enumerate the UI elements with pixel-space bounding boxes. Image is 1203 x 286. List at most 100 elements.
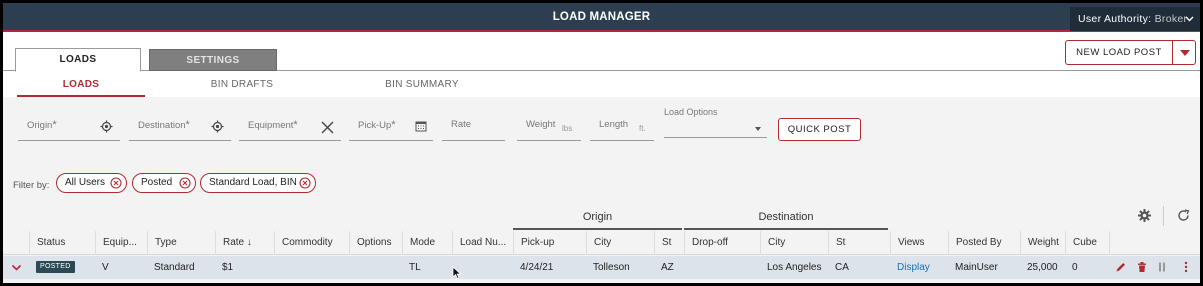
destination-state-cell: CA: [835, 262, 849, 273]
length-field[interactable]: Length ft.: [590, 119, 654, 141]
sort-down-icon: ↓: [246, 237, 252, 248]
filter-bar: Filter by: All Users Posted Standard Loa…: [3, 163, 1200, 203]
filter-chip-label: Posted: [141, 177, 173, 188]
dropoff-cell: [684, 256, 691, 279]
posted-by-cell: MainUser: [955, 262, 998, 273]
divider: [1163, 206, 1164, 226]
more-icon[interactable]: [1180, 261, 1192, 273]
new-load-post-button[interactable]: NEW LOAD POST: [1065, 40, 1196, 65]
filter-chip-label: Standard Load, BIN: [209, 177, 297, 188]
subtab-bin-drafts[interactable]: BIN DRAFTS: [183, 72, 301, 97]
mouse-pointer-icon: [452, 266, 462, 280]
pause-icon[interactable]: [1156, 261, 1168, 273]
origin-label: Origin*: [27, 119, 57, 131]
pickup-field[interactable]: Pick-Up*: [349, 119, 433, 141]
clear-icon[interactable]: [321, 121, 334, 134]
origin-field[interactable]: Origin*: [18, 119, 120, 141]
rate-cell: $1: [222, 262, 234, 273]
location-target-icon[interactable]: [100, 120, 113, 133]
views-display-link[interactable]: Display: [890, 256, 930, 279]
table-row[interactable]: POSTED V Standard $1 TL 4/24/21 Tolleson…: [3, 256, 1200, 279]
origin-group-header: Origin: [513, 207, 682, 230]
col-status[interactable]: Status: [29, 231, 95, 255]
destination-group-header: Destination: [684, 207, 888, 230]
col-views[interactable]: Views: [890, 231, 948, 255]
status-badge: POSTED: [36, 261, 75, 274]
destination-label: Destination*: [138, 119, 190, 131]
col-rate[interactable]: Rate ↓: [215, 231, 274, 255]
mode-cell: TL: [409, 262, 421, 273]
load-post-form: Origin* Destination* Equipment* Pick-Up*…: [3, 97, 1200, 163]
weight-unit: lbs: [562, 124, 573, 133]
col-equipment[interactable]: Equip...: [95, 231, 147, 255]
filter-chip[interactable]: Posted: [132, 173, 196, 193]
edit-icon[interactable]: [1115, 261, 1127, 273]
quick-post-button[interactable]: QUICK POST: [778, 118, 861, 141]
origin-city-cell: Tolleson: [593, 262, 630, 273]
col-mode[interactable]: Mode: [402, 231, 452, 255]
weight-field[interactable]: Weight lbs: [517, 119, 581, 141]
tab-settings[interactable]: SETTINGS: [149, 49, 277, 71]
table-header-row: Status Equip... Type Rate ↓ Commodity Op…: [3, 231, 1200, 255]
location-target-icon[interactable]: [211, 120, 224, 133]
status-cell: POSTED: [29, 256, 75, 279]
col-dropoff[interactable]: Drop-off: [684, 231, 760, 255]
equipment-cell: V: [102, 262, 109, 273]
col-destination-city[interactable]: City: [760, 231, 828, 255]
close-circle-icon[interactable]: [110, 177, 122, 189]
filter-chip[interactable]: Standard Load, BIN: [200, 173, 316, 193]
cube-cell: 0: [1072, 262, 1078, 273]
pickup-cell: 4/24/21: [520, 262, 554, 273]
filter-chip[interactable]: All Users: [56, 173, 127, 193]
col-destination-state[interactable]: St: [828, 231, 890, 255]
load-options-label: Load Options: [664, 107, 718, 117]
rate-field[interactable]: Rate: [442, 119, 505, 141]
rate-label: Rate: [451, 119, 472, 130]
loads-grid: Origin Destination Status Equip... Type …: [3, 203, 1200, 283]
filter-label: Filter by:: [13, 180, 50, 191]
sub-tabs: LOADS BIN DRAFTS BIN SUMMARY: [3, 72, 1200, 97]
weight-cell: 25,000: [1027, 262, 1058, 273]
col-load-number[interactable]: Load Nu...: [452, 231, 513, 255]
new-load-dropdown-button[interactable]: [1172, 41, 1196, 64]
user-authority-label: User Authority:: [1078, 13, 1152, 25]
main-tabs: LOADS SETTINGS NEW LOAD POST: [3, 34, 1200, 72]
top-bar: LOAD MANAGER User Authority: Broker: [3, 3, 1200, 32]
col-commodity[interactable]: Commodity: [274, 231, 349, 255]
col-type[interactable]: Type: [147, 231, 215, 255]
delete-icon[interactable]: [1136, 261, 1148, 273]
col-rate-label: Rate: [223, 237, 245, 248]
new-load-post-label: NEW LOAD POST: [1076, 47, 1162, 58]
refresh-icon[interactable]: [1177, 209, 1190, 222]
close-circle-icon[interactable]: [299, 177, 311, 189]
gear-icon[interactable]: [1138, 209, 1151, 222]
chevron-down-icon[interactable]: [11, 262, 23, 274]
user-authority-role: Broker: [1154, 13, 1188, 25]
load-options-select[interactable]: [664, 121, 767, 138]
type-cell: Standard: [154, 262, 195, 273]
equipment-field[interactable]: Equipment*: [239, 119, 341, 141]
calendar-icon[interactable]: [415, 120, 428, 133]
tab-loads[interactable]: LOADS: [15, 48, 141, 72]
filter-chip-label: All Users: [65, 177, 106, 188]
col-cube[interactable]: Cube: [1065, 231, 1109, 255]
col-posted-by[interactable]: Posted By: [948, 231, 1020, 255]
subtab-bin-summary[interactable]: BIN SUMMARY: [363, 72, 481, 97]
col-origin-state[interactable]: St: [654, 231, 684, 255]
col-origin-city[interactable]: City: [586, 231, 654, 255]
col-actions: [1109, 231, 1200, 255]
user-authority-menu[interactable]: User Authority: Broker: [1070, 7, 1200, 31]
length-unit: ft.: [639, 124, 646, 133]
col-weight[interactable]: Weight: [1020, 231, 1065, 255]
equipment-label: Equipment*: [248, 119, 298, 131]
commodity-cell: [274, 256, 281, 279]
destination-field[interactable]: Destination*: [129, 119, 231, 141]
subtab-loads[interactable]: LOADS: [17, 72, 145, 97]
close-circle-icon[interactable]: [179, 177, 191, 189]
col-options[interactable]: Options: [349, 231, 402, 255]
col-pickup[interactable]: Pick-up: [513, 231, 586, 255]
options-cell: [349, 256, 356, 279]
app-title: LOAD MANAGER: [552, 11, 651, 23]
weight-label: Weight: [526, 119, 556, 130]
destination-city-cell: Los Angeles: [767, 262, 822, 273]
